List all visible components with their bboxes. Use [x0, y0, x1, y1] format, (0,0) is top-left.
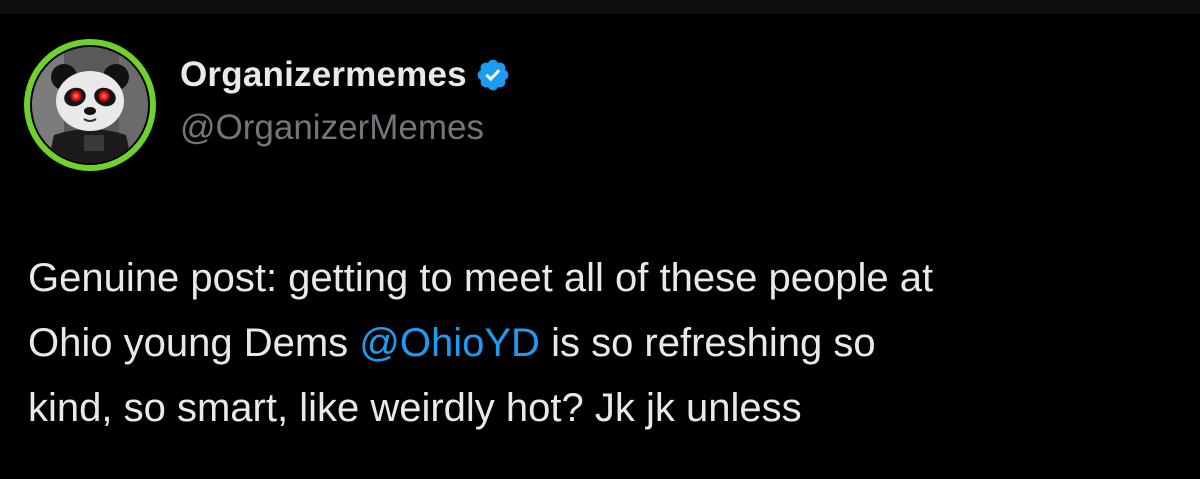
tweet-text: Genuine post: getting to meet all of the…: [28, 246, 1178, 441]
author-display-name[interactable]: Organizermemes: [180, 55, 467, 95]
tweet-line-3: kind, so smart, like weirdly hot? Jk jk …: [28, 386, 802, 430]
tweet-line-2-end: is so refreshing so: [539, 321, 876, 365]
verified-badge-icon[interactable]: [475, 57, 511, 93]
panda-avatar-icon: [30, 45, 150, 165]
tweet-line-2-start: Ohio young Dems: [28, 321, 360, 365]
tweet-line-1: Genuine post: getting to meet all of the…: [28, 256, 934, 300]
author-avatar[interactable]: [24, 39, 156, 171]
author-name-row: Organizermemes: [180, 52, 511, 98]
tweet-card: Organizermemes @OrganizerMemes Genuine p…: [0, 0, 1200, 479]
mention-link[interactable]: @OhioYD: [359, 321, 540, 365]
tweet-line-2: Ohio young Dems @OhioYD is so refreshing…: [28, 311, 1178, 376]
author-handle[interactable]: @OrganizerMemes: [180, 108, 484, 148]
